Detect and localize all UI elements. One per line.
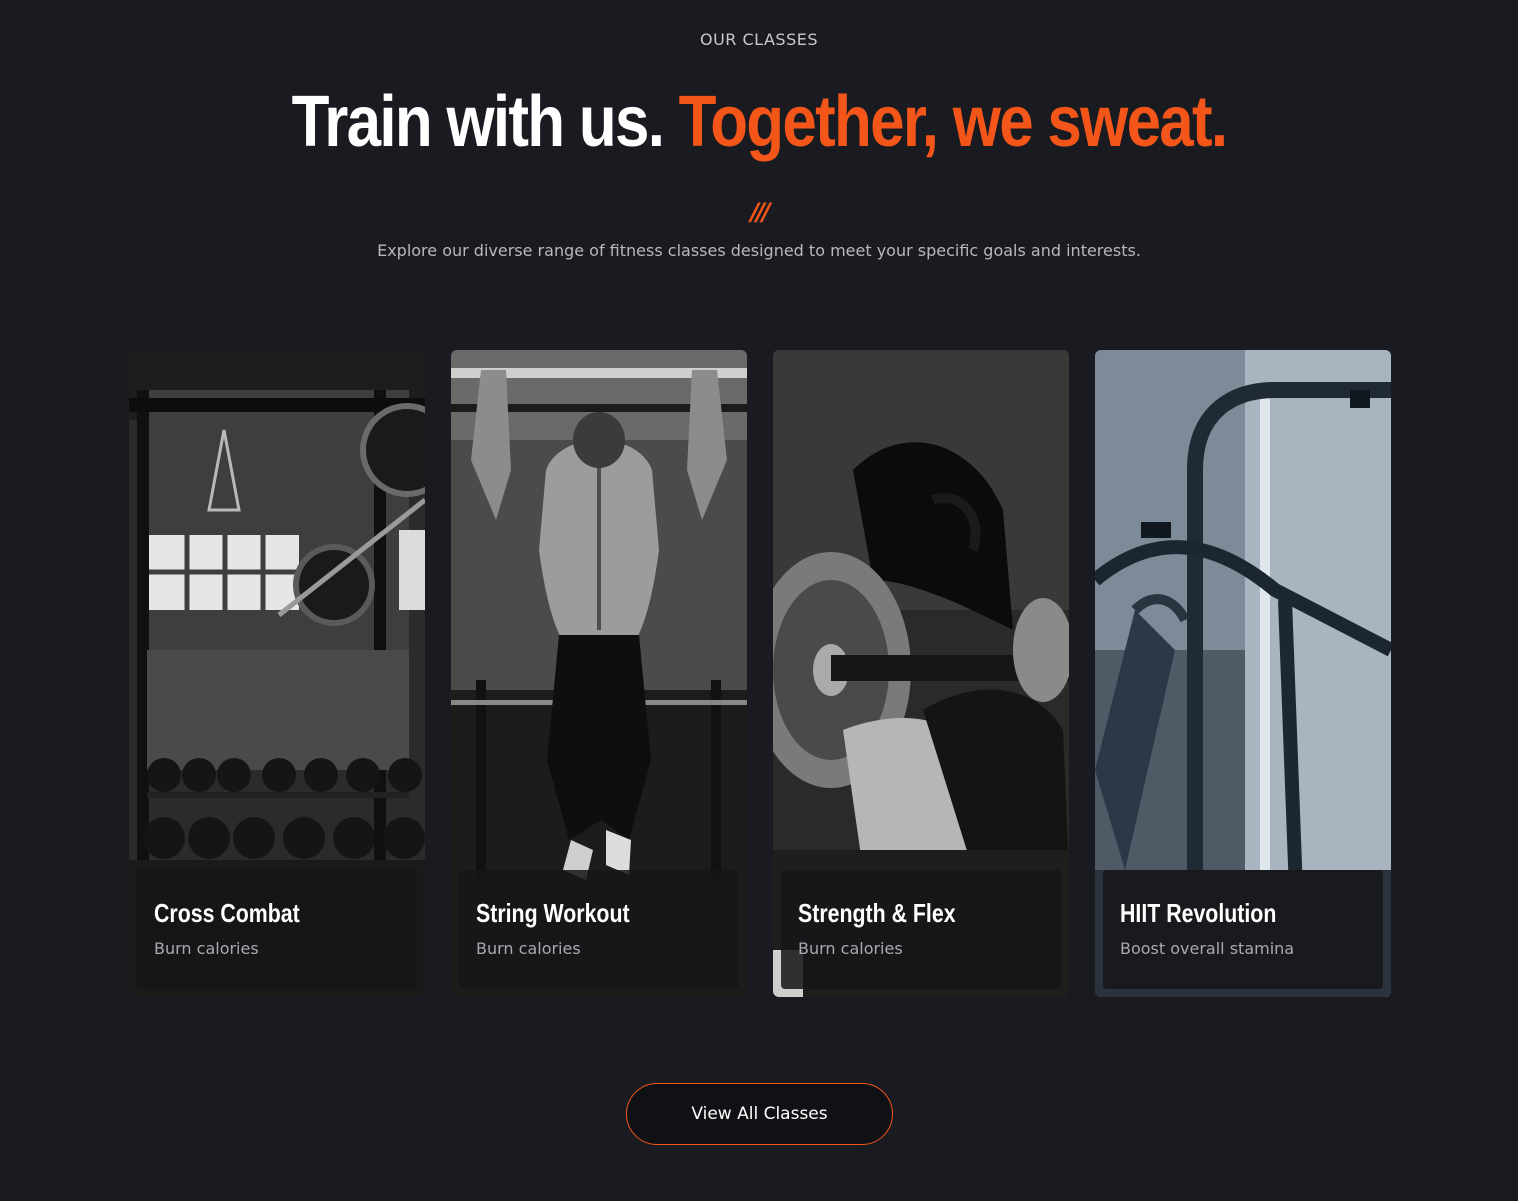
card-subtitle: Burn calories	[476, 939, 581, 958]
card-caption: Cross Combat Burn calories	[137, 870, 417, 989]
card-caption: String Workout Burn calories	[459, 870, 739, 989]
card-caption: HIIT Revolution Boost overall stamina	[1103, 870, 1383, 989]
classes-section: OUR CLASSES Train with us. Together, we …	[0, 0, 1518, 1201]
divider-slashes: ///	[750, 198, 770, 226]
class-card-string-workout[interactable]: String Workout Burn calories	[451, 350, 747, 997]
view-all-classes-button[interactable]: View All Classes	[626, 1083, 893, 1145]
section-eyebrow: OUR CLASSES	[700, 30, 818, 49]
card-subtitle: Boost overall stamina	[1120, 939, 1295, 958]
section-headline: Train with us. Together, we sweat.	[106, 80, 1411, 164]
card-subtitle: Burn calories	[154, 939, 259, 958]
card-caption: Strength & Flex Burn calories	[781, 870, 1061, 989]
card-title: Cross Combat	[154, 898, 300, 928]
card-title: HIIT Revolution	[1120, 898, 1277, 928]
class-card-cross-combat[interactable]: Cross Combat Burn calories	[129, 350, 425, 997]
headline-accent: Together, we sweat.	[678, 82, 1228, 162]
class-card-hiit-revolution[interactable]: HIIT Revolution Boost overall stamina	[1095, 350, 1391, 997]
card-title: String Workout	[476, 898, 630, 928]
class-card-strength-flex[interactable]: Strength & Flex Burn calories	[773, 350, 1069, 997]
card-title: Strength & Flex	[798, 898, 956, 928]
card-subtitle: Burn calories	[798, 939, 903, 958]
headline-white: Train with us.	[291, 82, 665, 162]
section-intro: Explore our diverse range of fitness cla…	[377, 241, 1141, 260]
class-cards: Cross Combat Burn calories String Workou…	[129, 350, 1391, 997]
